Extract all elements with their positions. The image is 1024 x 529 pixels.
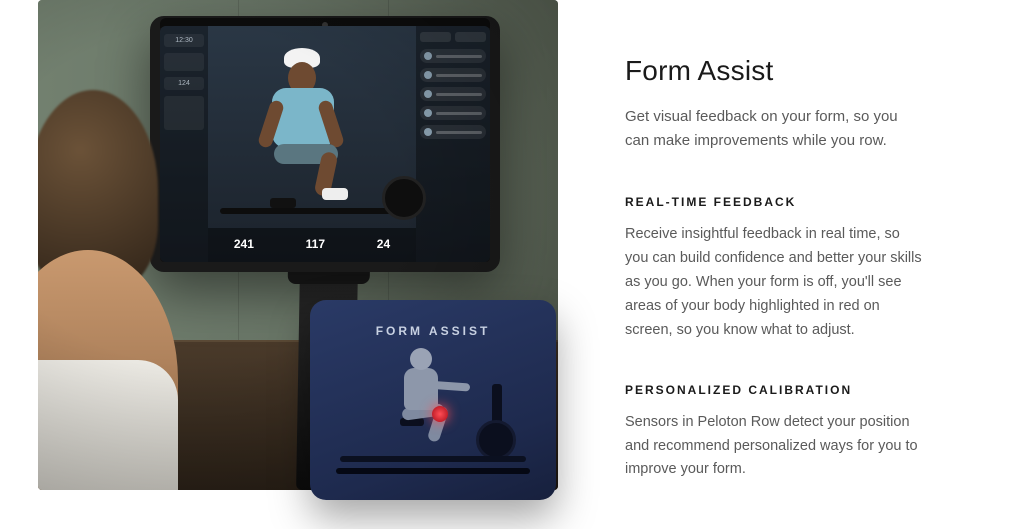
form-assist-card: FORM ASSIST xyxy=(310,300,556,500)
section-kicker: REAL-TIME FEEDBACK xyxy=(625,195,974,209)
rower-figure xyxy=(382,348,472,458)
inset-title: FORM ASSIST xyxy=(376,324,491,338)
text-column: Form Assist Get visual feedback on your … xyxy=(585,0,1024,529)
media-column: 12:30 124 xyxy=(0,0,585,529)
section-body: Receive insightful feedback in real time… xyxy=(625,223,925,343)
page-title: Form Assist xyxy=(625,55,974,87)
highlight-knee-icon xyxy=(432,406,448,422)
section-body: Sensors in Peloton Row detect your posit… xyxy=(625,411,925,483)
form-assist-diagram xyxy=(326,346,540,488)
flywheel-icon xyxy=(476,420,516,460)
section-kicker: PERSONALIZED CALIBRATION xyxy=(625,383,974,397)
lead-paragraph: Get visual feedback on your form, so you… xyxy=(625,105,925,153)
